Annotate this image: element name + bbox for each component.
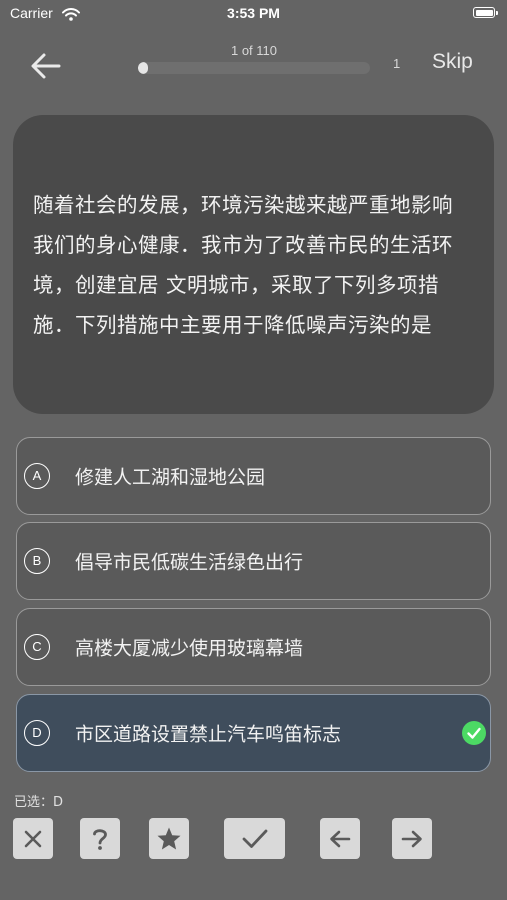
option-text-a: 修建人工湖和湿地公园 <box>75 466 266 489</box>
arrow-left-icon <box>330 830 351 847</box>
option-text-c: 高楼大厦减少使用玻璃幕墙 <box>75 637 304 660</box>
progress-bar <box>138 62 370 74</box>
submit-button[interactable] <box>224 818 285 859</box>
star-icon <box>157 827 181 849</box>
question-counter: 1 <box>393 56 401 71</box>
question-card: 随着社会的发展，环境污染越来越严重地影响我们的身心健康．我市为了改善市民的生活环… <box>13 115 494 414</box>
question-text: 随着社会的发展，环境污染越来越严重地影响我们的身心健康．我市为了改善市民的生活环… <box>33 192 453 337</box>
option-d[interactable]: D 市区道路设置禁止汽车鸣笛标志 <box>16 694 491 772</box>
option-c[interactable]: C 高楼大厦减少使用玻璃幕墙 <box>16 608 491 686</box>
favorite-button[interactable] <box>149 818 189 859</box>
help-icon <box>93 828 107 850</box>
status-time: 3:53 PM <box>227 5 280 21</box>
option-a[interactable]: A 修建人工湖和湿地公园 <box>16 437 491 515</box>
option-text-b: 倡导市民低碳生活绿色出行 <box>75 551 304 574</box>
option-b[interactable]: B 倡导市民低碳生活绿色出行 <box>16 522 491 600</box>
option-letter-c: C <box>24 634 50 660</box>
option-letter-d: D <box>24 720 50 746</box>
close-icon <box>24 830 42 847</box>
battery-icon <box>473 7 498 18</box>
selected-answer-label: 已选：D <box>14 795 64 810</box>
option-letter-b: B <box>24 548 50 574</box>
skip-button[interactable]: Skip <box>432 50 473 74</box>
checkmark-icon <box>242 829 267 848</box>
arrow-right-icon <box>401 830 422 847</box>
previous-button[interactable] <box>320 818 360 859</box>
progress-fill <box>138 62 148 74</box>
next-button[interactable] <box>392 818 432 859</box>
progress-label: 1 of 110 <box>230 43 278 58</box>
checkmark-icon <box>462 721 486 745</box>
status-bar: Carrier 3:53 PM <box>0 0 507 30</box>
option-text-d: 市区道路设置禁止汽车鸣笛标志 <box>75 723 342 746</box>
arrow-left-icon <box>31 53 61 79</box>
back-button[interactable] <box>28 48 64 84</box>
option-letter-a: A <box>24 463 50 489</box>
clear-button[interactable] <box>13 818 53 859</box>
hint-button[interactable] <box>80 818 120 859</box>
